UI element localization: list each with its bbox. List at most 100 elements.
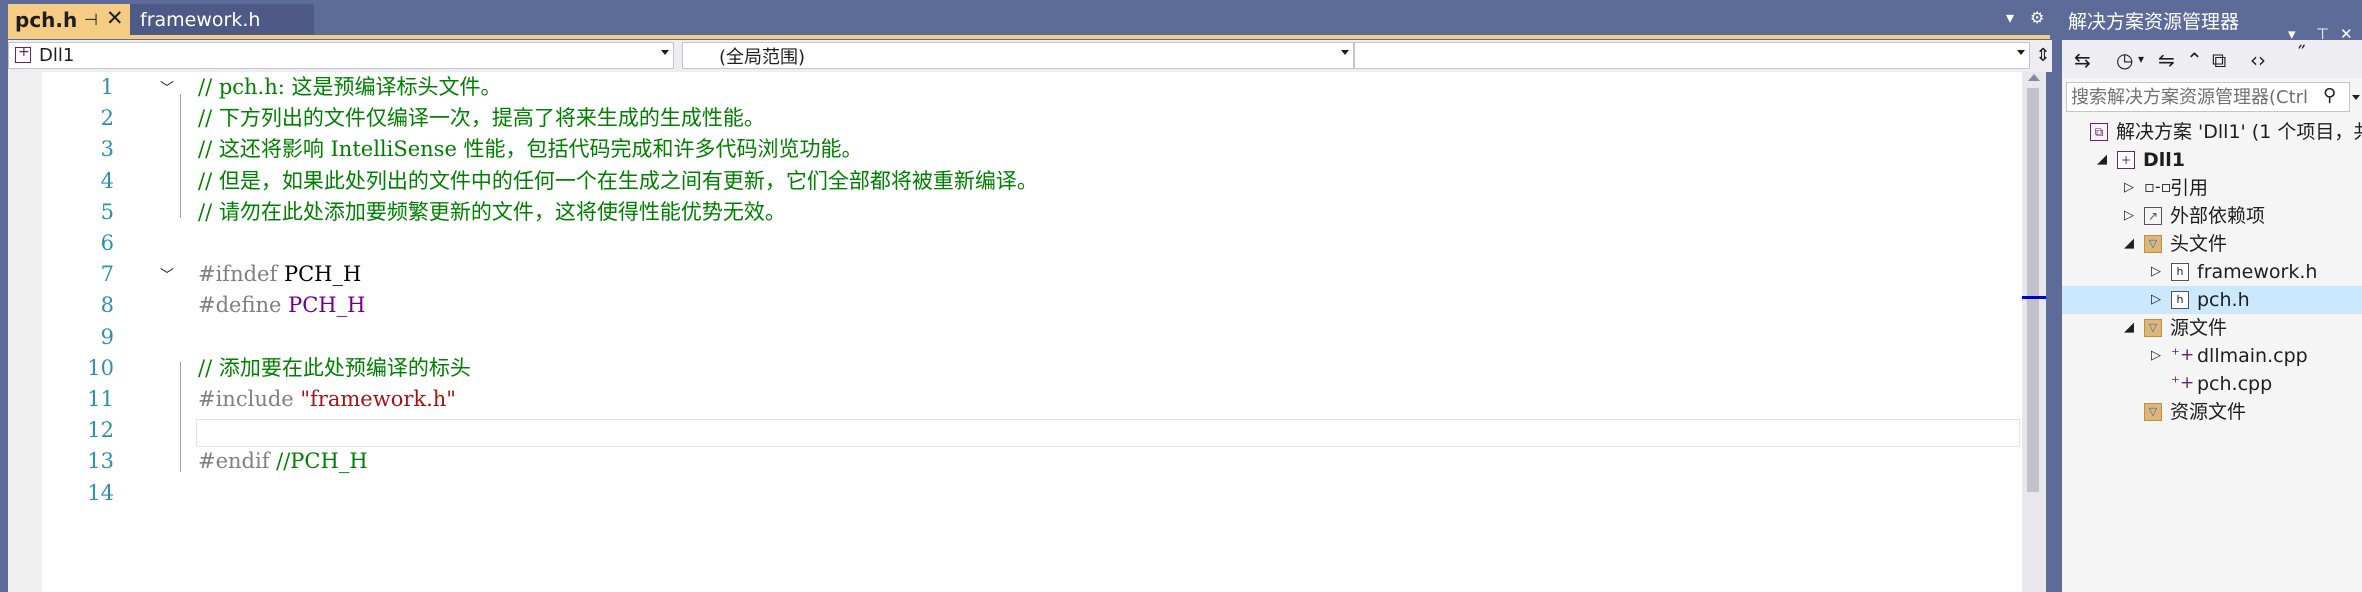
expanded-arrow-icon[interactable]: ◢: [2124, 314, 2134, 342]
tab-list-dropdown-icon[interactable]: ▾: [2006, 8, 2014, 27]
tree-item-label: Dll1: [2143, 149, 2186, 171]
code-text: #include "framework.h": [198, 384, 456, 415]
solution-search-input[interactable]: [2071, 85, 2315, 109]
chevron-down-icon: [1341, 50, 1349, 55]
code-line[interactable]: 10 // 添加要在此处预编译的标头: [8, 353, 2022, 384]
search-icon[interactable]: ⚲: [2323, 85, 2336, 106]
fold-toggle-icon[interactable]: ﹀: [160, 265, 174, 285]
line-number: 6: [100, 231, 114, 255]
tab-framework-h[interactable]: framework.h: [130, 4, 314, 36]
code-text: #endif //PCH_H: [198, 446, 368, 477]
code-line[interactable]: 7 ﹀ #ifndef PCH_H: [8, 259, 2022, 290]
code-token: PCH_H: [288, 293, 366, 318]
code-token: "framework.h": [300, 387, 456, 411]
tree-item-label: 源文件: [2170, 317, 2228, 339]
tree-item-label: pch.h: [2197, 289, 2250, 311]
scope-dropdown[interactable]: (全局范围): [682, 42, 1354, 69]
fold-toggle-icon[interactable]: ﹀: [160, 78, 174, 98]
tree-item[interactable]: ▷ ↗ 外部依赖项: [2062, 202, 2362, 230]
close-icon[interactable]: ✕: [106, 6, 124, 30]
gear-icon[interactable]: ⚙: [2030, 8, 2044, 27]
chevron-down-icon: [2017, 50, 2025, 55]
code-token: // 添加要在此处预编译的标头: [198, 355, 471, 380]
editor-window: pch.h ⊣ ✕ framework.h ▾ ⚙ Dll1 (全局范围) ⇕ …: [0, 0, 2058, 592]
code-text: // pch.h: 这是预编译标头文件。: [198, 72, 502, 103]
sync-icon[interactable]: ⇋: [2158, 48, 2175, 72]
tree-item[interactable]: ◢ + Dll1: [2062, 146, 2362, 174]
code-line[interactable]: 1 ﹀ // pch.h: 这是预编译标头文件。: [8, 72, 2022, 103]
code-line[interactable]: 2 // 下方列出的文件仅编译一次，提高了将来生成的生成性能。: [8, 103, 2022, 134]
collapse-all-icon[interactable]: ⌃: [2186, 48, 2203, 72]
expanded-arrow-icon[interactable]: ◢: [2097, 146, 2107, 174]
vertical-scrollbar[interactable]: [2022, 72, 2046, 592]
collapsed-arrow-icon[interactable]: ▷: [2151, 286, 2161, 314]
tree-item[interactable]: ⁺+ pch.cpp: [2062, 370, 2362, 398]
code-line[interactable]: 5 // 请勿在此处添加要频繁更新的文件，这将使得性能优势无效。: [8, 197, 2022, 228]
show-all-files-icon[interactable]: ⧉: [2212, 48, 2226, 72]
scrollbar-thumb[interactable]: [2027, 88, 2039, 492]
folder-filter-icon: ▽: [2144, 319, 2162, 337]
tree-item[interactable]: ▷ h framework.h: [2062, 258, 2362, 286]
collapsed-arrow-icon[interactable]: ▷: [2151, 342, 2161, 370]
search-options-dropdown[interactable]: [2350, 82, 2362, 112]
code-text: // 这还将影响 IntelliSense 性能，包括代码完成和许多代码浏览功能…: [198, 134, 863, 165]
line-number: 3: [100, 137, 114, 162]
code-editor[interactable]: 1 ﹀ // pch.h: 这是预编译标头文件。 2 // 下方列出的文件仅编译一次，提…: [8, 72, 2022, 592]
more-options-icon[interactable]: ˝: [2296, 42, 2306, 66]
expanded-arrow-icon[interactable]: ◢: [2124, 230, 2134, 258]
code-token: //PCH_H: [276, 449, 368, 474]
caret-position-marker: [2022, 296, 2046, 299]
tree-item[interactable]: ▷ h pch.h: [2062, 286, 2362, 314]
code-token: // pch.h: 这是预编译标头文件。: [198, 75, 502, 99]
history-icon[interactable]: ◷: [2116, 48, 2133, 72]
code-line[interactable]: 3 // 这还将影响 IntelliSense 性能，包括代码完成和许多代码浏览功…: [8, 134, 2022, 165]
member-dropdown[interactable]: [1354, 42, 2030, 69]
code-line[interactable]: 14: [8, 478, 2022, 509]
view-code-icon[interactable]: ‹›: [2250, 48, 2266, 72]
line-number: 12: [87, 418, 114, 443]
code-token: // 下方列出的文件仅编译一次，提高了将来生成的生成性能。: [198, 106, 765, 131]
code-line[interactable]: 4 // 但是，如果此处列出的文件中的任何一个在生成之间有更新，它们全部都将被重新…: [8, 166, 2022, 197]
line-number: 7: [100, 262, 114, 287]
split-window-icon[interactable]: ⇕: [2034, 42, 2052, 69]
tree-item[interactable]: ▷ ⁺+ dllmain.cpp: [2062, 342, 2362, 370]
collapsed-arrow-icon[interactable]: ▷: [2151, 258, 2161, 286]
tree-item[interactable]: ▽ 资源文件: [2062, 398, 2362, 426]
chevron-down-icon: [661, 50, 669, 55]
solution-search-box[interactable]: ⚲: [2066, 82, 2350, 112]
line-number: 10: [87, 355, 114, 380]
chevron-down-icon[interactable]: ▾: [2138, 52, 2144, 66]
tree-item-label: dllmain.cpp: [2197, 345, 2308, 367]
project-icon: +: [2117, 151, 2135, 169]
tree-item[interactable]: ▷ ▫-▫ 引用: [2062, 174, 2362, 202]
code-line[interactable]: 9: [8, 322, 2022, 353]
outline-guide: [180, 94, 181, 218]
tab-accent-bar: [0, 35, 2050, 39]
sync-with-document-icon[interactable]: ⇆: [2074, 48, 2091, 72]
collapsed-arrow-icon[interactable]: ▷: [2124, 202, 2134, 230]
cpp-file-icon: ⁺+: [2171, 345, 2195, 365]
tree-item-label: 引用: [2170, 177, 2209, 199]
chevron-down-icon: [2352, 95, 2360, 100]
pin-icon[interactable]: ⊣: [84, 10, 98, 29]
project-icon: [15, 44, 31, 63]
project-dropdown[interactable]: Dll1: [8, 42, 674, 69]
line-number: 13: [87, 449, 114, 474]
code-text: #ifndef PCH_H: [198, 259, 361, 290]
current-line-highlight: [196, 419, 2020, 447]
code-token: // 但是，如果此处列出的文件中的任何一个在生成之间有更新，它们全部都将被重新编…: [198, 168, 1038, 193]
collapsed-arrow-icon[interactable]: ▷: [2124, 174, 2134, 202]
tree-item[interactable]: ◢ ▽ 源文件: [2062, 314, 2362, 342]
scroll-up-icon[interactable]: [2028, 74, 2040, 81]
tab-label: framework.h: [140, 9, 261, 31]
tab-pch-h[interactable]: pch.h ⊣ ✕: [6, 4, 130, 36]
code-line[interactable]: 8 #define PCH_H: [8, 290, 2022, 321]
code-line[interactable]: 6: [8, 228, 2022, 259]
code-line[interactable]: 11 #include "framework.h": [8, 384, 2022, 415]
code-token: // 请勿在此处添加要频繁更新的文件，这将使得性能优势无效。: [198, 199, 786, 224]
code-text: #define PCH_H: [198, 290, 365, 321]
tree-item[interactable]: ⧉ 解决方案 'Dll1' (1 个项目，共: [2062, 118, 2362, 146]
tree-item[interactable]: ◢ ▽ 头文件: [2062, 230, 2362, 258]
code-line[interactable]: 13 #endif //PCH_H: [8, 446, 2022, 477]
code-text: // 下方列出的文件仅编译一次，提高了将来生成的生成性能。: [198, 103, 765, 134]
